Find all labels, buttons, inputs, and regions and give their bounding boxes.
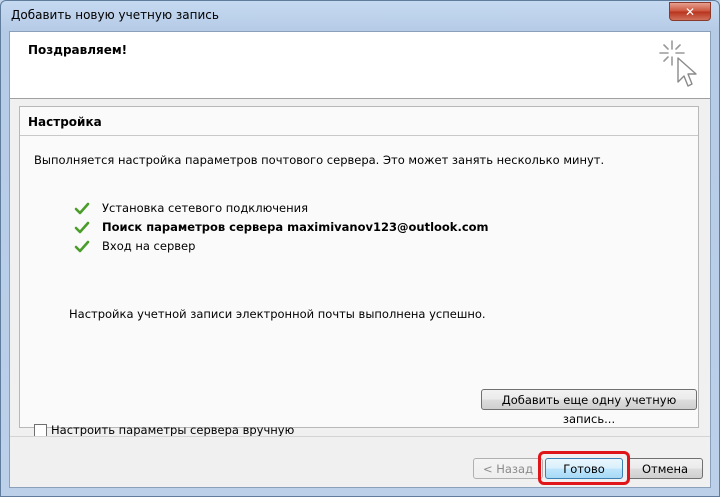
check-icon bbox=[74, 240, 90, 253]
setup-panel: Настройка Выполняется настройка параметр… bbox=[19, 106, 699, 437]
footer-divider bbox=[10, 436, 710, 437]
header-title: Поздравляем! bbox=[28, 43, 128, 57]
add-another-account-button[interactable]: Добавить еще одну учетную запись... bbox=[481, 389, 697, 426]
check-icon bbox=[74, 202, 90, 215]
section-title: Настройка bbox=[28, 115, 102, 129]
status-text: Выполняется настройка параметров почтово… bbox=[34, 153, 605, 167]
success-message: Настройка учетной записи электронной поч… bbox=[69, 307, 486, 321]
dialog-window: Добавить новую учетную запись ✕ Поздравл… bbox=[0, 0, 720, 497]
step-label: Вход на сервер bbox=[102, 239, 196, 253]
check-icon bbox=[74, 221, 90, 234]
title-bar[interactable]: Добавить новую учетную запись ✕ bbox=[1, 1, 719, 29]
close-button[interactable]: ✕ bbox=[669, 2, 711, 21]
step-label: Установка сетевого подключения bbox=[102, 201, 309, 215]
step-label: Поиск параметров сервера maximivanov123@… bbox=[102, 220, 489, 234]
close-icon: ✕ bbox=[684, 5, 696, 19]
manual-settings-label[interactable]: Настроить параметры сервера вручную bbox=[51, 423, 294, 437]
window-title: Добавить новую учетную запись bbox=[11, 8, 219, 22]
wizard-header: Поздравляем! bbox=[10, 32, 710, 99]
finish-highlight-frame bbox=[538, 451, 630, 485]
wizard-sparkle-icon bbox=[659, 40, 697, 87]
back-button[interactable]: < Назад bbox=[473, 458, 543, 479]
dialog-client-area: Поздравляем! Настройка Выполняется настр… bbox=[9, 31, 711, 488]
panel-divider bbox=[20, 135, 698, 136]
cancel-button[interactable]: Отмена bbox=[627, 458, 703, 479]
